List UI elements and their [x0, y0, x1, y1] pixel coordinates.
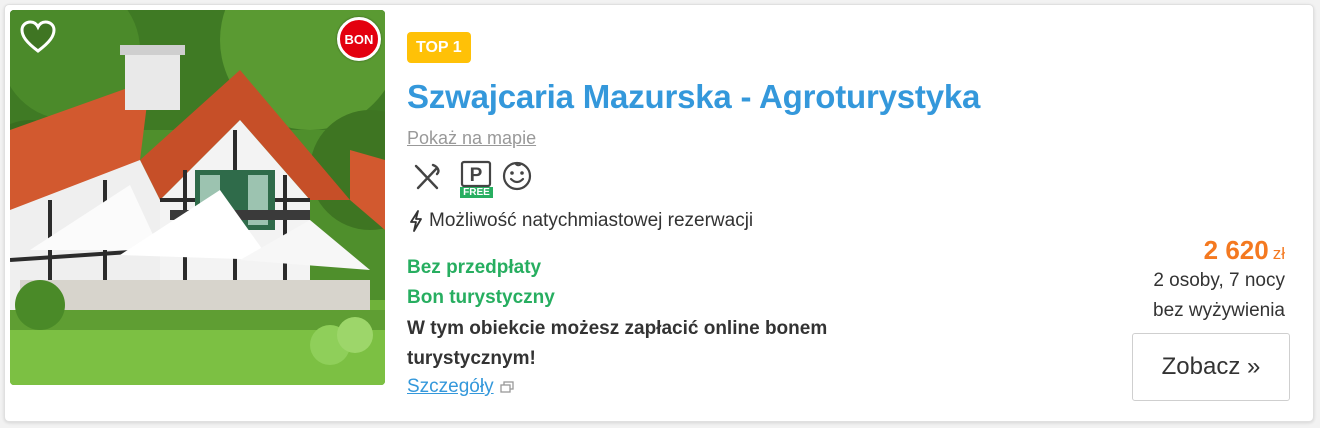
see-offer-button[interactable]: Zobacz » [1132, 333, 1290, 401]
voucher-description: W tym obiekcie możesz zapłacić online bo… [407, 318, 828, 369]
details-link-label[interactable]: Szczegóły [407, 376, 494, 398]
instant-booking-info: Możliwość natychmiastowej rezerwacji [409, 210, 753, 232]
top-rank-badge: TOP 1 [407, 32, 471, 63]
board-type: bez wyżywienia [1153, 300, 1285, 321]
restaurant-icon [413, 160, 443, 199]
instant-booking-text: Możliwość natychmiastowej rezerwacji [429, 210, 754, 231]
no-prepayment-label: Bez przedpłaty [407, 257, 542, 278]
favorite-heart-icon[interactable] [20, 20, 56, 54]
voucher-label: Bon turystyczny [407, 287, 555, 308]
price-value: 2 620 [1203, 235, 1269, 265]
voucher-badge: BON [337, 17, 381, 61]
listing-photo[interactable]: BON [10, 10, 385, 385]
svg-text:P: P [470, 165, 483, 186]
lightning-icon [410, 210, 422, 232]
price-section: 2 620 zł 2 osoby, 7 nocy bez wyżywienia [985, 235, 1285, 326]
free-parking-icon: P FREE [459, 160, 495, 203]
free-parking-label: FREE [463, 187, 490, 198]
listing-card: BON TOP 1 Szwajcaria Mazurska - Agrotury… [4, 4, 1314, 422]
show-on-map-link[interactable]: Pokaż na mapie [407, 128, 536, 149]
external-window-icon [499, 381, 514, 393]
price-occupancy: 2 osoby, 7 nocy [1153, 270, 1285, 291]
price-currency: zł [1272, 244, 1285, 263]
details-link[interactable]: Szczegóły [407, 376, 514, 398]
listing-title[interactable]: Szwajcaria Mazurska - Agroturystyka [407, 78, 980, 116]
child-friendly-icon [501, 160, 533, 197]
house-photo [10, 10, 385, 385]
